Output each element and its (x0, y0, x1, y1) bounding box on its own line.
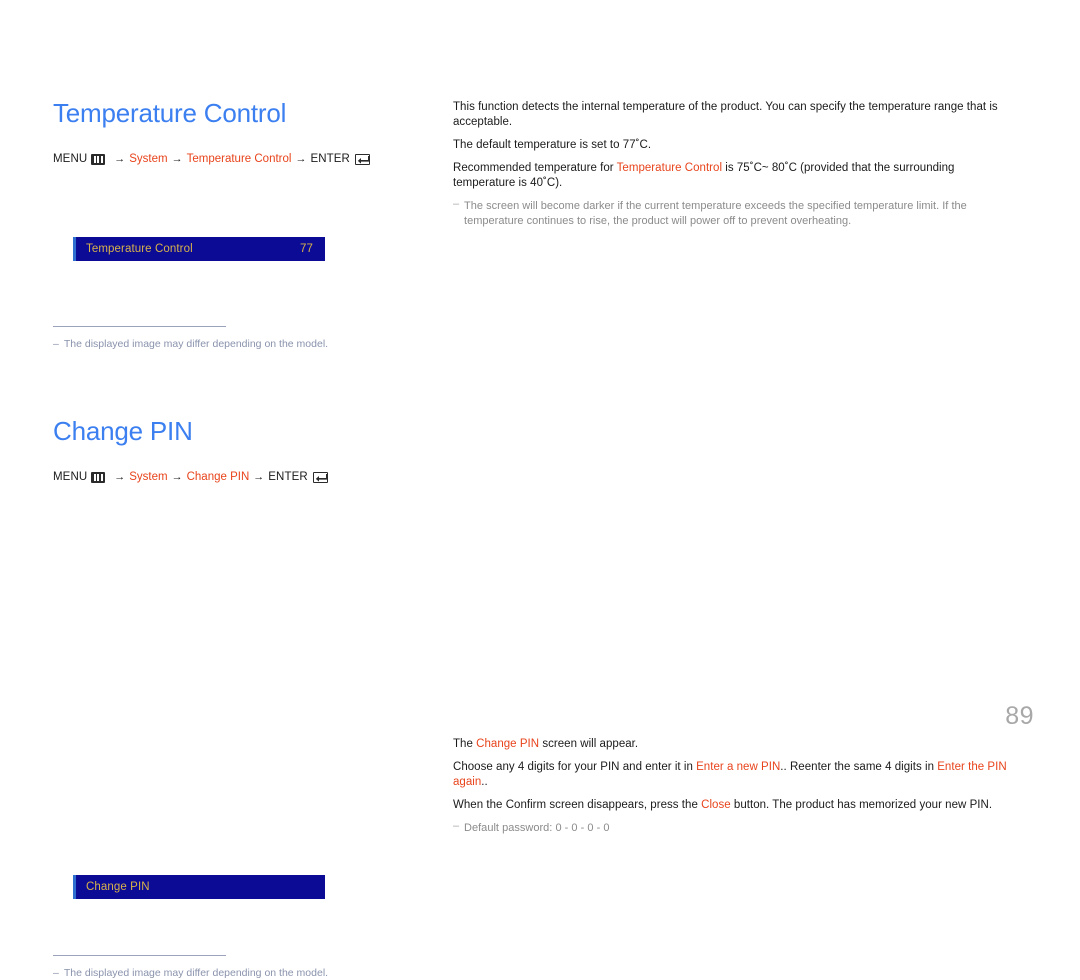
footnote-text-temperature: – The displayed image may differ dependin… (53, 337, 373, 351)
menu-path-step-system[interactable]: System (129, 151, 167, 167)
manual-page: Temperature Control MENU → System → Temp… (0, 0, 1080, 979)
paragraph-text: .. (481, 776, 488, 788)
osd-label-temperature-control: Temperature Control (86, 243, 193, 255)
note-dash: – (453, 198, 460, 210)
page-title-temperature-control: Temperature Control (53, 98, 287, 128)
paragraph-text: screen will appear. (539, 738, 639, 750)
menu-grid-icon (91, 471, 106, 483)
note-text: Default password: 0 - 0 - 0 - 0 (464, 822, 610, 834)
note-overheat-warning: – The screen will become darker if the c… (453, 199, 1015, 228)
footnote-body: The displayed image may differ depending… (63, 967, 329, 979)
paragraph-recommended-temperature: Recommended temperature for Temperature … (453, 161, 1015, 191)
menu-path-step-system[interactable]: System (129, 469, 167, 485)
note-dash: – (453, 820, 460, 832)
footnote-dash: – (53, 338, 59, 350)
menu-path-step-change-pin[interactable]: Change PIN (187, 469, 250, 485)
footnote-temperature: – The displayed image may differ dependin… (53, 326, 373, 351)
enter-return-icon (312, 471, 328, 483)
paragraph-choose-digits: Choose any 4 digits for your PIN and ent… (453, 760, 1015, 790)
left-column-temperature: Temperature Control MENU → System → Temp… (53, 96, 433, 167)
path-arrow-2: → (171, 153, 183, 165)
path-arrow-1: → (114, 153, 126, 165)
path-arrow-3: → (253, 471, 265, 483)
paragraph-text: This function detects the internal tempe… (453, 101, 998, 128)
footnote-text-changepin: – The displayed image may differ dependin… (53, 966, 373, 980)
paragraph-confirm-close: When the Confirm screen disappears, pres… (453, 798, 1015, 813)
page-title-change-pin: Change PIN (53, 416, 193, 446)
inline-link-change-pin[interactable]: Change PIN (476, 738, 539, 750)
note-default-password: – Default password: 0 - 0 - 0 - 0 (453, 821, 1015, 836)
footnote-dash: – (53, 967, 59, 979)
osd-menu-row-change-pin[interactable]: Change PIN (73, 875, 325, 899)
path-arrow-2: → (171, 471, 183, 483)
osd-menu-row-temperature-control[interactable]: Temperature Control 77 (73, 237, 325, 261)
osd-label-change-pin: Change PIN (86, 881, 150, 893)
path-arrow-3: → (295, 153, 307, 165)
path-arrow-1: → (114, 471, 126, 483)
menu-path-temperature: MENU → System → Temperature Control → EN… (53, 151, 433, 167)
menu-grid-icon (91, 153, 106, 165)
right-column-changepin: The Change PIN screen will appear. Choos… (453, 737, 1015, 836)
left-column-changepin: Change PIN MENU → System → Change PIN → … (53, 414, 433, 485)
paragraph-text: The (453, 738, 477, 750)
menu-path-step-temperature-control[interactable]: Temperature Control (187, 151, 292, 167)
note-text: The screen will become darker if the cur… (464, 200, 967, 227)
menu-label: MENU (53, 153, 88, 165)
paragraph-change-pin-screen: The Change PIN screen will appear. (453, 737, 1015, 752)
paragraph-default-temperature: The default temperature is set to 77˚C. (453, 138, 1015, 153)
inline-link-close[interactable]: Close (701, 799, 731, 811)
enter-label: ENTER (310, 153, 350, 165)
inline-link-temperature-control[interactable]: Temperature Control (617, 162, 722, 174)
footnote-changepin: – The displayed image may differ dependin… (53, 955, 373, 980)
menu-path-changepin: MENU → System → Change PIN → ENTER (53, 469, 433, 485)
footnote-divider (53, 326, 226, 327)
footnote-body: The displayed image may differ depending… (63, 338, 329, 350)
paragraph-text: Recommended temperature for (453, 162, 617, 174)
paragraph-text: button. The product has memorized your n… (730, 799, 993, 811)
enter-label: ENTER (268, 471, 308, 483)
menu-label: MENU (53, 471, 88, 483)
right-column-temperature: This function detects the internal tempe… (453, 100, 1015, 228)
paragraph-text: The default temperature is set to 77˚C. (453, 139, 652, 151)
enter-return-icon (354, 153, 370, 165)
osd-value-temperature-control: 77 (300, 243, 313, 255)
paragraph-function-description: This function detects the internal tempe… (453, 100, 1015, 130)
paragraph-text: When the Confirm screen disappears, pres… (453, 799, 702, 811)
page-number: 89 (1005, 702, 1034, 730)
footnote-divider (53, 955, 226, 956)
